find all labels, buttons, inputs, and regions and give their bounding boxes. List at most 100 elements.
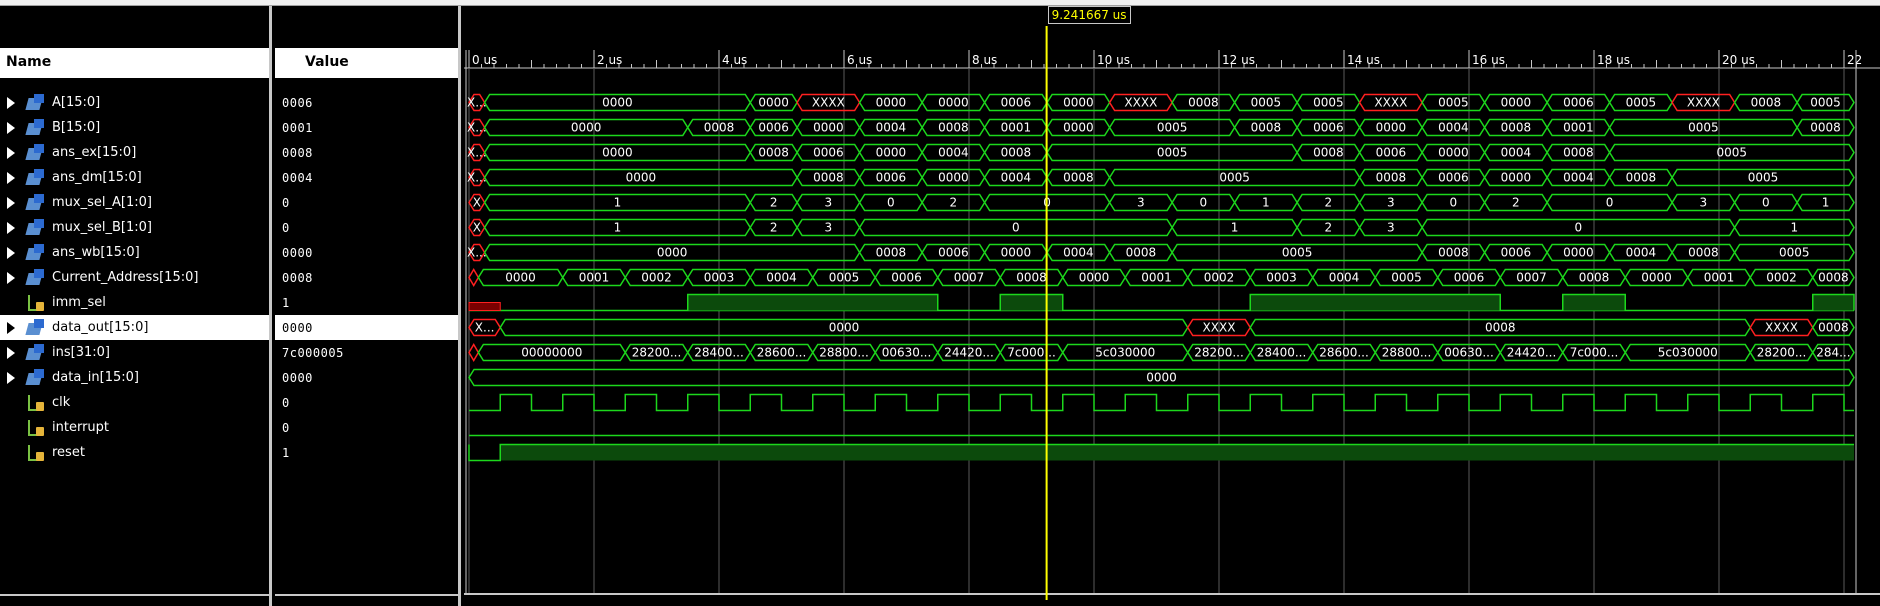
bus-value-label: 0008 [1016, 271, 1047, 285]
value-row[interactable]: 1 [275, 290, 458, 315]
bus-value-label: 0008 [758, 146, 789, 160]
signal-value: 0000 [282, 370, 313, 385]
bus-value-label: 0000 [602, 146, 633, 160]
value-row[interactable]: 0008 [275, 140, 458, 165]
value-row[interactable]: 0008 [275, 265, 458, 290]
value-row[interactable]: 0 [275, 190, 458, 215]
signal-name: imm_sel [52, 295, 106, 310]
value-column-header[interactable]: Value [275, 48, 458, 78]
bus-value-label: 5c030000 [1095, 346, 1155, 360]
expand-arrow-icon[interactable] [4, 265, 18, 290]
bit-high-fill [1250, 294, 1501, 311]
expand-arrow-icon[interactable] [4, 340, 18, 365]
value-row[interactable]: 0001 [275, 115, 458, 140]
expand-arrow-icon[interactable] [4, 190, 18, 215]
signal-row[interactable]: mux_sel_B[1:0] [0, 215, 269, 240]
waveform-canvas[interactable]: 0 us 2 us 4 us 6 us 8 us 10 us 12 us 14 us 16 us… [464, 6, 1880, 606]
value-row[interactable]: 0 [275, 215, 458, 240]
bus-value-label: 0005 [1157, 121, 1188, 135]
bus-value-label: 3 [1387, 196, 1395, 210]
expand-arrow-icon[interactable] [4, 140, 18, 165]
signal-name: reset [52, 445, 85, 460]
signal-name: data_in[15:0] [52, 370, 139, 385]
name-panel-scrollbar[interactable] [0, 594, 269, 596]
signal-row[interactable]: imm_sel [0, 290, 269, 315]
signal-row[interactable]: A[15:0] [0, 90, 269, 115]
expand-arrow-icon[interactable] [4, 90, 18, 115]
value-panel-scrollbar[interactable] [275, 594, 458, 596]
bus-value-label: 0005 [1391, 271, 1422, 285]
bus-value-label: 7c000... [1007, 346, 1056, 360]
value-row[interactable]: 0006 [275, 90, 458, 115]
time-tick-label: 22 [1847, 53, 1862, 67]
bus-value-label: 3 [825, 196, 833, 210]
expand-arrow-icon[interactable] [4, 215, 18, 240]
signal-row[interactable]: mux_sel_A[1:0] [0, 190, 269, 215]
bus-value-label: 0005 [1251, 96, 1282, 110]
bit-signal-icon [24, 417, 46, 439]
bus-value-label: 24420... [944, 346, 994, 360]
signal-name: ans_dm[15:0] [52, 170, 142, 185]
signal-row[interactable]: reset [0, 440, 269, 465]
bus-value-label: 0005 [1157, 146, 1188, 160]
bus-value-label: 00630... [1444, 346, 1494, 360]
expand-arrow-icon[interactable] [4, 315, 18, 340]
signal-value: 0000 [282, 245, 313, 260]
value-row[interactable]: 0004 [275, 165, 458, 190]
signal-value-panel: Value 0006 0001 0008 0004 0 0 0000 0008 1 0000 7c0… [275, 6, 461, 606]
bus-value-label: 2 [1325, 221, 1333, 235]
signal-row[interactable]: ins[31:0] [0, 340, 269, 365]
signal-row[interactable]: ans_ex[15:0] [0, 140, 269, 165]
value-row[interactable]: 0000 [275, 240, 458, 265]
bus-value-label: 0001 [1141, 271, 1172, 285]
cursor-time-label[interactable]: 9.241667 us [1047, 6, 1131, 24]
bus-value-label: 0002 [1204, 271, 1235, 285]
value-row[interactable]: 0000 [275, 365, 458, 390]
bus-value-label: 0005 [1717, 146, 1748, 160]
signal-row[interactable]: Current_Address[15:0] [0, 265, 269, 290]
bus-value-label: 0000 [813, 121, 844, 135]
value-row[interactable]: 0000 [275, 315, 458, 340]
bus-value-label: 0006 [1454, 271, 1485, 285]
signal-row[interactable]: B[15:0] [0, 115, 269, 140]
bus-value-label: 1 [614, 196, 622, 210]
name-column-header[interactable]: Name [0, 48, 269, 78]
expand-arrow-icon[interactable] [4, 165, 18, 190]
bus-value-label: 0 [1762, 196, 1770, 210]
bus-value-label: 0001 [579, 271, 610, 285]
bus-value-label: 0006 [876, 171, 907, 185]
bus-value-label: 0000 [1641, 271, 1672, 285]
expand-arrow-icon[interactable] [4, 365, 18, 390]
signal-value: 0001 [282, 120, 313, 135]
bus-value-label: 28200... [1194, 346, 1244, 360]
bus-value-label: 0004 [1438, 121, 1469, 135]
signal-value: 0 [282, 220, 290, 235]
bus-value-label: 0000 [571, 121, 602, 135]
value-row[interactable]: 1 [275, 440, 458, 465]
value-row[interactable]: 7c000005 [275, 340, 458, 365]
signal-row[interactable]: ans_wb[15:0] [0, 240, 269, 265]
value-row[interactable]: 0 [275, 415, 458, 440]
value-row[interactable]: 0 [275, 390, 458, 415]
signal-row[interactable]: clk [0, 390, 269, 415]
signal-row[interactable]: data_out[15:0] [0, 315, 269, 340]
bus-value-label: 0004 [876, 121, 907, 135]
bus-signal-icon [24, 317, 46, 339]
bus-value-label: 28200... [1757, 346, 1807, 360]
bus-value-label: 5c030000 [1658, 346, 1718, 360]
bus-value-label: 2 [1512, 196, 1520, 210]
bus-value-label: 0001 [1001, 121, 1032, 135]
bus-value-label: XXXX [1687, 96, 1720, 110]
bus-value-label: 0000 [1063, 121, 1094, 135]
expand-arrow-icon[interactable] [4, 115, 18, 140]
signal-row[interactable]: data_in[15:0] [0, 365, 269, 390]
expand-arrow-icon[interactable] [4, 240, 18, 265]
bus-value-label: 0000 [1438, 146, 1469, 160]
bus-value-label: 0004 [1063, 246, 1094, 260]
signal-row[interactable]: ans_dm[15:0] [0, 165, 269, 190]
signal-row[interactable]: interrupt [0, 415, 269, 440]
waveform-area[interactable]: 0 us 2 us 4 us 6 us 8 us 10 us 12 us 14 us 16 us… [464, 6, 1880, 606]
bus-value-label: 1 [614, 221, 622, 235]
